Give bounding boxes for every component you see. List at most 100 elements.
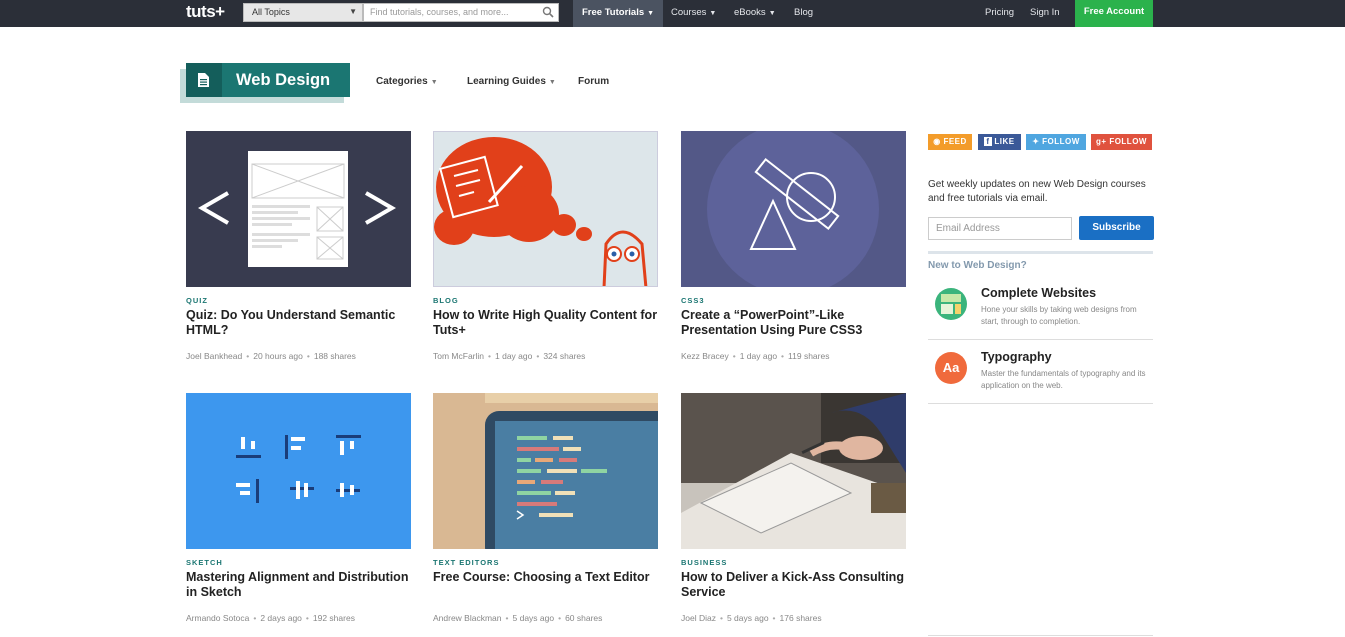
web-design-brand[interactable]: Web Design: [186, 63, 350, 97]
article-title[interactable]: Free Course: Choosing a Text Editor: [433, 570, 658, 602]
subnav-categories-label: Categories: [376, 76, 428, 87]
nav-courses-label: Courses: [671, 7, 707, 18]
article-card[interactable]: CSS3 Create a “PowerPoint”-Like Presenta…: [681, 131, 906, 361]
sign-in-link[interactable]: Sign In: [1030, 0, 1060, 27]
article-title[interactable]: Quiz: Do You Understand Semantic HTML?: [186, 308, 411, 340]
article-thumbnail-content[interactable]: [433, 131, 658, 287]
article-card[interactable]: Business How to Deliver a Kick-Ass Consu…: [681, 393, 906, 623]
article-thumbnail-sketch[interactable]: [186, 393, 411, 549]
twitter-follow-label: FOLLOW: [1042, 137, 1080, 146]
guide-title[interactable]: Typography: [981, 350, 1052, 364]
feed-label: FEED: [943, 137, 967, 146]
article-card[interactable]: Quiz Quiz: Do You Understand Semantic HT…: [186, 131, 411, 361]
article-category[interactable]: Sketch: [186, 558, 411, 567]
facebook-like-button[interactable]: f LIKE: [978, 134, 1021, 150]
twitter-follow-button[interactable]: ✦ FOLLOW: [1026, 134, 1086, 150]
article-card[interactable]: Blog How to Write High Quality Content f…: [433, 131, 658, 361]
article-category[interactable]: Text Editors: [433, 558, 658, 567]
article-time: 5 days ago: [726, 613, 769, 623]
divider: [928, 339, 1153, 340]
search-icon[interactable]: [542, 6, 554, 18]
google-plus-icon: g+: [1096, 137, 1107, 146]
topic-select[interactable]: All Topics ▼: [243, 3, 363, 22]
guide-title[interactable]: Complete Websites: [981, 286, 1096, 300]
article-title[interactable]: Mastering Alignment and Distribution in …: [186, 570, 411, 602]
pricing-link[interactable]: Pricing: [985, 0, 1014, 27]
article-thumbnail-business[interactable]: [681, 393, 906, 549]
article-meta: Joel Diaz • 5 days ago • 176 shares: [681, 613, 822, 623]
email-field[interactable]: Email Address: [928, 217, 1072, 240]
rss-icon: ◉: [933, 137, 941, 146]
chevron-down-icon: ▼: [709, 10, 717, 17]
article-shares: 324 shares: [543, 351, 586, 361]
subnav-forum[interactable]: Forum: [578, 76, 609, 87]
article-shares: 188 shares: [313, 351, 356, 361]
article-card[interactable]: Sketch Mastering Alignment and Distribut…: [186, 393, 411, 623]
article-author[interactable]: Andrew Blackman: [433, 613, 502, 623]
chevron-down-icon: ▼: [349, 7, 357, 16]
new-to-heading: New to Web Design?: [928, 260, 1027, 271]
article-author[interactable]: Tom McFarlin: [433, 351, 484, 361]
article-thumbnail-text-editor[interactable]: [433, 393, 658, 549]
article-shares: 192 shares: [312, 613, 355, 623]
divider: [928, 635, 1153, 636]
nav-courses[interactable]: Courses ▼: [671, 0, 716, 27]
article-thumbnail-css3[interactable]: [681, 131, 906, 287]
article-meta: Tom McFarlin • 1 day ago • 324 shares: [433, 351, 586, 361]
nav-ebooks-label: eBooks: [734, 7, 766, 18]
article-category[interactable]: Quiz: [186, 296, 411, 305]
chevron-down-icon: ▼: [768, 10, 776, 17]
top-navigation-bar: tuts+ All Topics ▼ Find tutorials, cours…: [0, 0, 1345, 27]
article-thumbnail-html[interactable]: [186, 131, 411, 287]
subnav-categories[interactable]: Categories ▼: [376, 76, 438, 87]
article-title[interactable]: How to Deliver a Kick-Ass Consulting Ser…: [681, 570, 906, 602]
article-meta: Joel Bankhead • 20 hours ago • 188 shares: [186, 351, 356, 361]
subnav-learning-guides-label: Learning Guides: [467, 76, 546, 87]
article-time: 5 days ago: [512, 613, 555, 623]
twitter-icon: ✦: [1032, 137, 1040, 146]
google-follow-label: FOLLOW: [1109, 137, 1147, 146]
guide-desc: Hone your skills by taking web designs f…: [981, 305, 1137, 326]
article-time: 20 hours ago: [253, 351, 303, 361]
tuts-logo[interactable]: tuts+: [186, 2, 225, 22]
typography-icon[interactable]: Aa: [935, 352, 967, 384]
article-meta: Armando Sotoca • 2 days ago • 192 shares: [186, 613, 355, 623]
article-shares: 119 shares: [788, 351, 830, 361]
chevron-down-icon: ▼: [647, 10, 655, 17]
feed-button[interactable]: ◉ FEED: [928, 134, 972, 150]
free-account-button[interactable]: Free Account: [1075, 0, 1153, 27]
article-card[interactable]: Text Editors Free Course: Choosing a Tex…: [433, 393, 658, 623]
article-author[interactable]: Joel Bankhead: [186, 351, 242, 361]
brand-title: Web Design: [236, 71, 331, 89]
article-shares: 176 shares: [779, 613, 822, 623]
article-title[interactable]: How to Write High Quality Content for Tu…: [433, 308, 658, 340]
article-shares: 60 shares: [565, 613, 603, 623]
nav-free-tutorials[interactable]: Free Tutorials ▼: [573, 0, 664, 27]
search-input[interactable]: Find tutorials, courses, and more...: [363, 3, 559, 22]
complete-websites-icon[interactable]: [935, 288, 967, 320]
article-category[interactable]: Blog: [433, 296, 658, 305]
article-category[interactable]: CSS3: [681, 296, 906, 305]
article-author[interactable]: Kezz Bracey: [681, 351, 729, 361]
guide-desc: Master the fundamentals of typography an…: [981, 369, 1146, 390]
article-author[interactable]: Joel Diaz: [681, 613, 716, 623]
search-placeholder: Find tutorials, courses, and more...: [370, 7, 509, 17]
nav-free-tutorials-label: Free Tutorials: [582, 7, 645, 18]
nav-ebooks[interactable]: eBooks ▼: [734, 0, 776, 27]
article-meta: Kezz Bracey • 1 day ago • 119 shares: [681, 351, 830, 361]
article-author[interactable]: Armando Sotoca: [186, 613, 249, 623]
newsletter-text: Get weekly updates on new Web Design cou…: [928, 179, 1146, 204]
article-meta: Andrew Blackman • 5 days ago • 60 shares: [433, 613, 603, 623]
nav-blog[interactable]: Blog: [794, 0, 813, 27]
subnav-learning-guides[interactable]: Learning Guides ▼: [467, 76, 556, 87]
article-category[interactable]: Business: [681, 558, 906, 567]
email-placeholder: Email Address: [936, 223, 1000, 234]
divider: [928, 403, 1153, 404]
chevron-down-icon: ▼: [548, 79, 556, 86]
subscribe-button[interactable]: Subscribe: [1079, 216, 1154, 240]
divider: [928, 251, 1153, 254]
article-title[interactable]: Create a “PowerPoint”-Like Presentation …: [681, 308, 906, 340]
document-icon: [186, 63, 222, 97]
article-time: 2 days ago: [260, 613, 302, 623]
google-plus-follow-button[interactable]: g+ FOLLOW: [1091, 134, 1152, 150]
